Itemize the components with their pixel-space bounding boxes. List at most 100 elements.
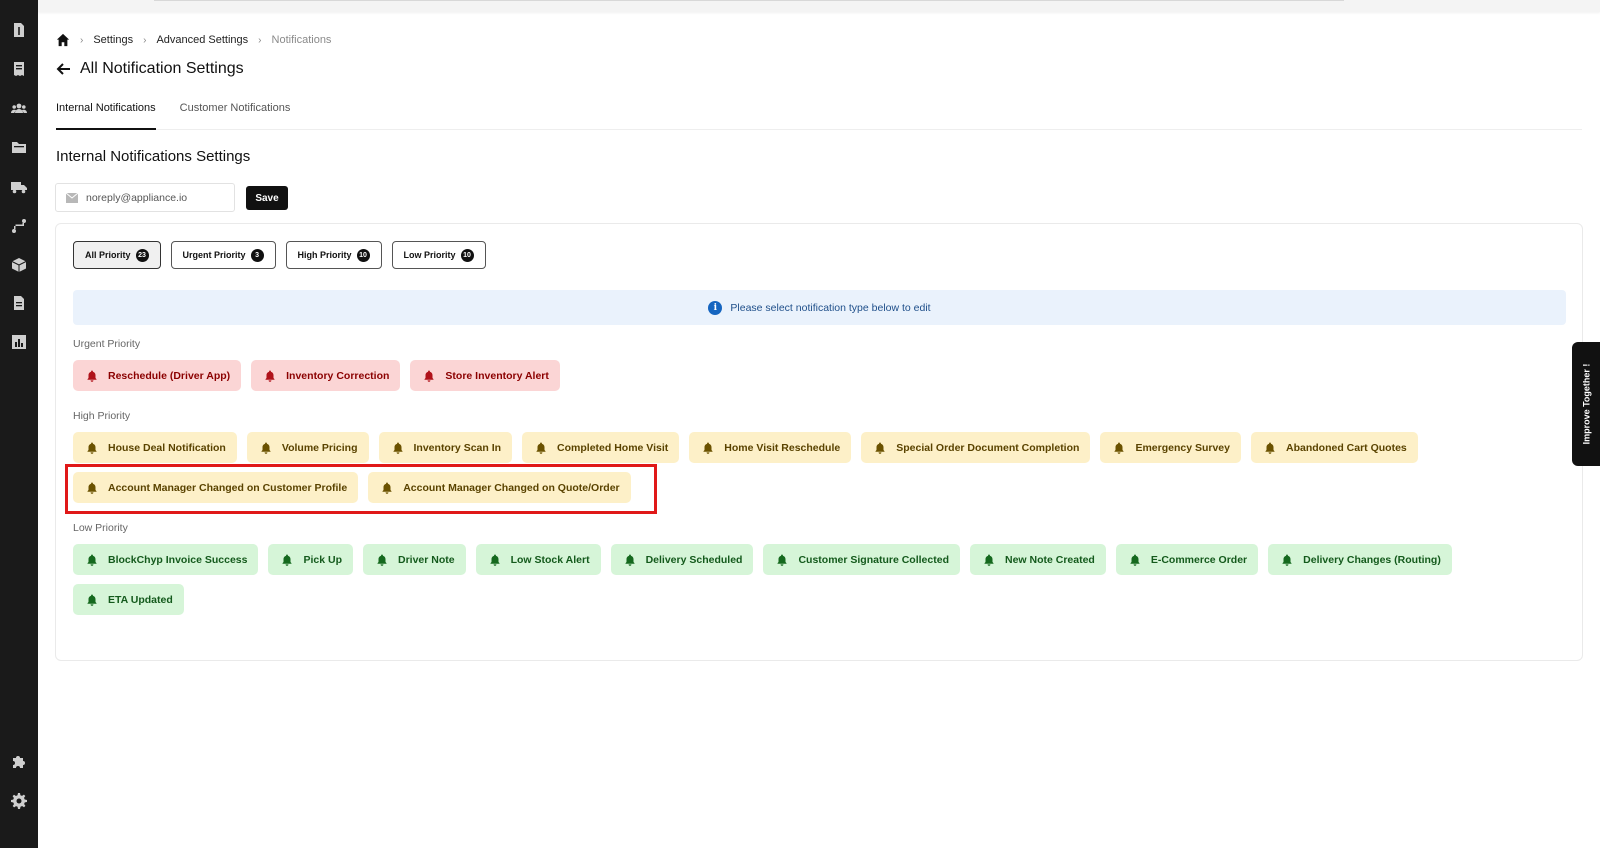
- count-badge: 10: [356, 248, 370, 262]
- low-chip-row-1: BlockChyp Invoice Success Pick Up Driver N…: [73, 544, 1462, 575]
- notification-chip[interactable]: E-Commerce Order: [1115, 544, 1259, 575]
- highlight-box: [65, 464, 657, 514]
- top-search-strip[interactable]: [154, 0, 1344, 1]
- notification-chip-label: Home Visit Reschedule: [724, 441, 841, 454]
- bell-icon: [423, 370, 435, 382]
- sidebar-item-files[interactable]: [9, 137, 29, 157]
- notification-chip-label: BlockChyp Invoice Success: [108, 553, 248, 566]
- tab-customer-notifications[interactable]: Customer Notifications: [180, 98, 291, 130]
- notification-chip-label: Reschedule (Driver App): [108, 369, 231, 382]
- bell-icon: [1129, 554, 1141, 566]
- improve-together-tab[interactable]: Improve Together !: [1572, 342, 1600, 466]
- sidebar-item-orders[interactable]: [9, 59, 29, 79]
- notification-chip-label: Low Stock Alert: [510, 553, 590, 566]
- notification-chip[interactable]: Home Visit Reschedule: [689, 432, 852, 463]
- bell-icon: [392, 442, 404, 454]
- filter-label: All Priority: [85, 250, 131, 260]
- notification-chip[interactable]: Delivery Scheduled: [610, 544, 754, 575]
- notification-chip-label: Inventory Scan In: [413, 441, 502, 454]
- notification-chip-label: Emergency Survey: [1135, 441, 1230, 454]
- notification-chip-label: Pick Up: [303, 553, 342, 566]
- notifications-panel: All Priority 23 Urgent Priority 3 High P…: [55, 223, 1583, 661]
- info-banner: i Please select notification type below …: [73, 290, 1566, 325]
- notification-chip-label: Customer Signature Collected: [798, 553, 949, 566]
- count-badge: 23: [135, 248, 149, 262]
- sidebar-item-invoices[interactable]: [9, 20, 29, 40]
- notification-chip[interactable]: Reschedule (Driver App): [73, 360, 242, 391]
- breadcrumb-advanced-settings[interactable]: Advanced Settings: [156, 34, 248, 46]
- filter-low-priority[interactable]: Low Priority 10: [391, 241, 486, 269]
- email-field[interactable]: [55, 183, 235, 212]
- notification-chip[interactable]: Inventory Scan In: [378, 432, 513, 463]
- notification-chip-label: Delivery Changes (Routing): [1303, 553, 1441, 566]
- notification-chip[interactable]: Delivery Changes (Routing): [1268, 544, 1452, 575]
- notification-chip[interactable]: ETA Updated: [73, 584, 184, 615]
- bell-icon: [1264, 442, 1276, 454]
- notification-chip[interactable]: Special Order Document Completion: [861, 432, 1091, 463]
- filter-all-priority[interactable]: All Priority 23: [73, 241, 161, 269]
- bell-icon: [535, 442, 547, 454]
- notification-chip[interactable]: Customer Signature Collected: [763, 544, 960, 575]
- notification-chip[interactable]: Low Stock Alert: [475, 544, 601, 575]
- notification-chip-label: ETA Updated: [108, 593, 173, 606]
- urgent-chip-row: Reschedule (Driver App) Inventory Correct…: [73, 360, 570, 391]
- sidebar-item-integrations[interactable]: [9, 752, 29, 772]
- low-chip-row-2: ETA Updated: [73, 584, 194, 615]
- notification-chip[interactable]: Volume Pricing: [246, 432, 369, 463]
- count-badge: 3: [250, 248, 264, 262]
- bell-icon: [702, 442, 714, 454]
- notification-chip[interactable]: House Deal Notification: [73, 432, 237, 463]
- tab-internal-notifications[interactable]: Internal Notifications: [56, 98, 156, 130]
- bell-icon: [86, 370, 98, 382]
- notification-chip-label: Special Order Document Completion: [896, 441, 1080, 454]
- sidebar-item-settings[interactable]: [9, 791, 29, 811]
- notification-chip[interactable]: Inventory Correction: [251, 360, 401, 391]
- notification-chip-label: Store Inventory Alert: [445, 369, 549, 382]
- notification-chip[interactable]: Driver Note: [363, 544, 466, 575]
- route-icon: [12, 219, 26, 233]
- sidebar-item-inventory[interactable]: [9, 255, 29, 275]
- gear-icon: [11, 793, 27, 809]
- info-banner-text: Please select notification type below to…: [730, 301, 931, 314]
- notification-chip-label: Abandoned Cart Quotes: [1286, 441, 1407, 454]
- folder-icon: [12, 142, 26, 153]
- mail-icon: [66, 192, 78, 203]
- breadcrumb: › Settings › Advanced Settings › Notific…: [56, 32, 331, 48]
- bell-icon: [983, 554, 995, 566]
- notification-chip[interactable]: Completed Home Visit: [522, 432, 680, 463]
- email-input[interactable]: [86, 191, 226, 204]
- tab-bar: Internal Notifications Customer Notifica…: [56, 98, 1582, 130]
- notification-chip-label: House Deal Notification: [108, 441, 226, 454]
- bell-icon: [624, 554, 636, 566]
- sidebar-item-documents[interactable]: [9, 293, 29, 313]
- notification-chip[interactable]: Store Inventory Alert: [410, 360, 560, 391]
- bell-icon: [86, 594, 98, 606]
- chart-icon: [12, 335, 26, 349]
- sidebar-item-customers[interactable]: [9, 98, 29, 118]
- sidebar-item-delivery[interactable]: [9, 177, 29, 197]
- low-group-label: Low Priority: [73, 522, 128, 534]
- notification-chip-label: Delivery Scheduled: [645, 553, 743, 566]
- back-arrow-icon[interactable]: [56, 61, 72, 77]
- bell-icon: [1113, 442, 1125, 454]
- notification-chip[interactable]: Abandoned Cart Quotes: [1251, 432, 1418, 463]
- filter-label: Low Priority: [403, 250, 456, 260]
- bell-icon: [1281, 554, 1293, 566]
- notification-chip[interactable]: Emergency Survey: [1100, 432, 1241, 463]
- notification-chip[interactable]: Pick Up: [268, 544, 353, 575]
- sidebar-item-reports[interactable]: [9, 332, 29, 352]
- sidebar-item-routing[interactable]: [9, 216, 29, 236]
- notification-chip-label: Completed Home Visit: [557, 441, 669, 454]
- section-title: Internal Notifications Settings: [56, 148, 251, 165]
- notification-chip[interactable]: BlockChyp Invoice Success: [73, 544, 259, 575]
- filter-urgent-priority[interactable]: Urgent Priority 3: [170, 241, 276, 269]
- notification-chip-label: Driver Note: [398, 553, 455, 566]
- home-icon[interactable]: [56, 33, 70, 47]
- page-header: All Notification Settings: [56, 58, 244, 80]
- breadcrumb-settings[interactable]: Settings: [93, 34, 133, 46]
- save-button[interactable]: Save: [246, 186, 288, 210]
- dollar-document-icon: [14, 23, 24, 37]
- bell-icon: [260, 442, 272, 454]
- filter-high-priority[interactable]: High Priority 10: [285, 241, 382, 269]
- notification-chip[interactable]: New Note Created: [969, 544, 1106, 575]
